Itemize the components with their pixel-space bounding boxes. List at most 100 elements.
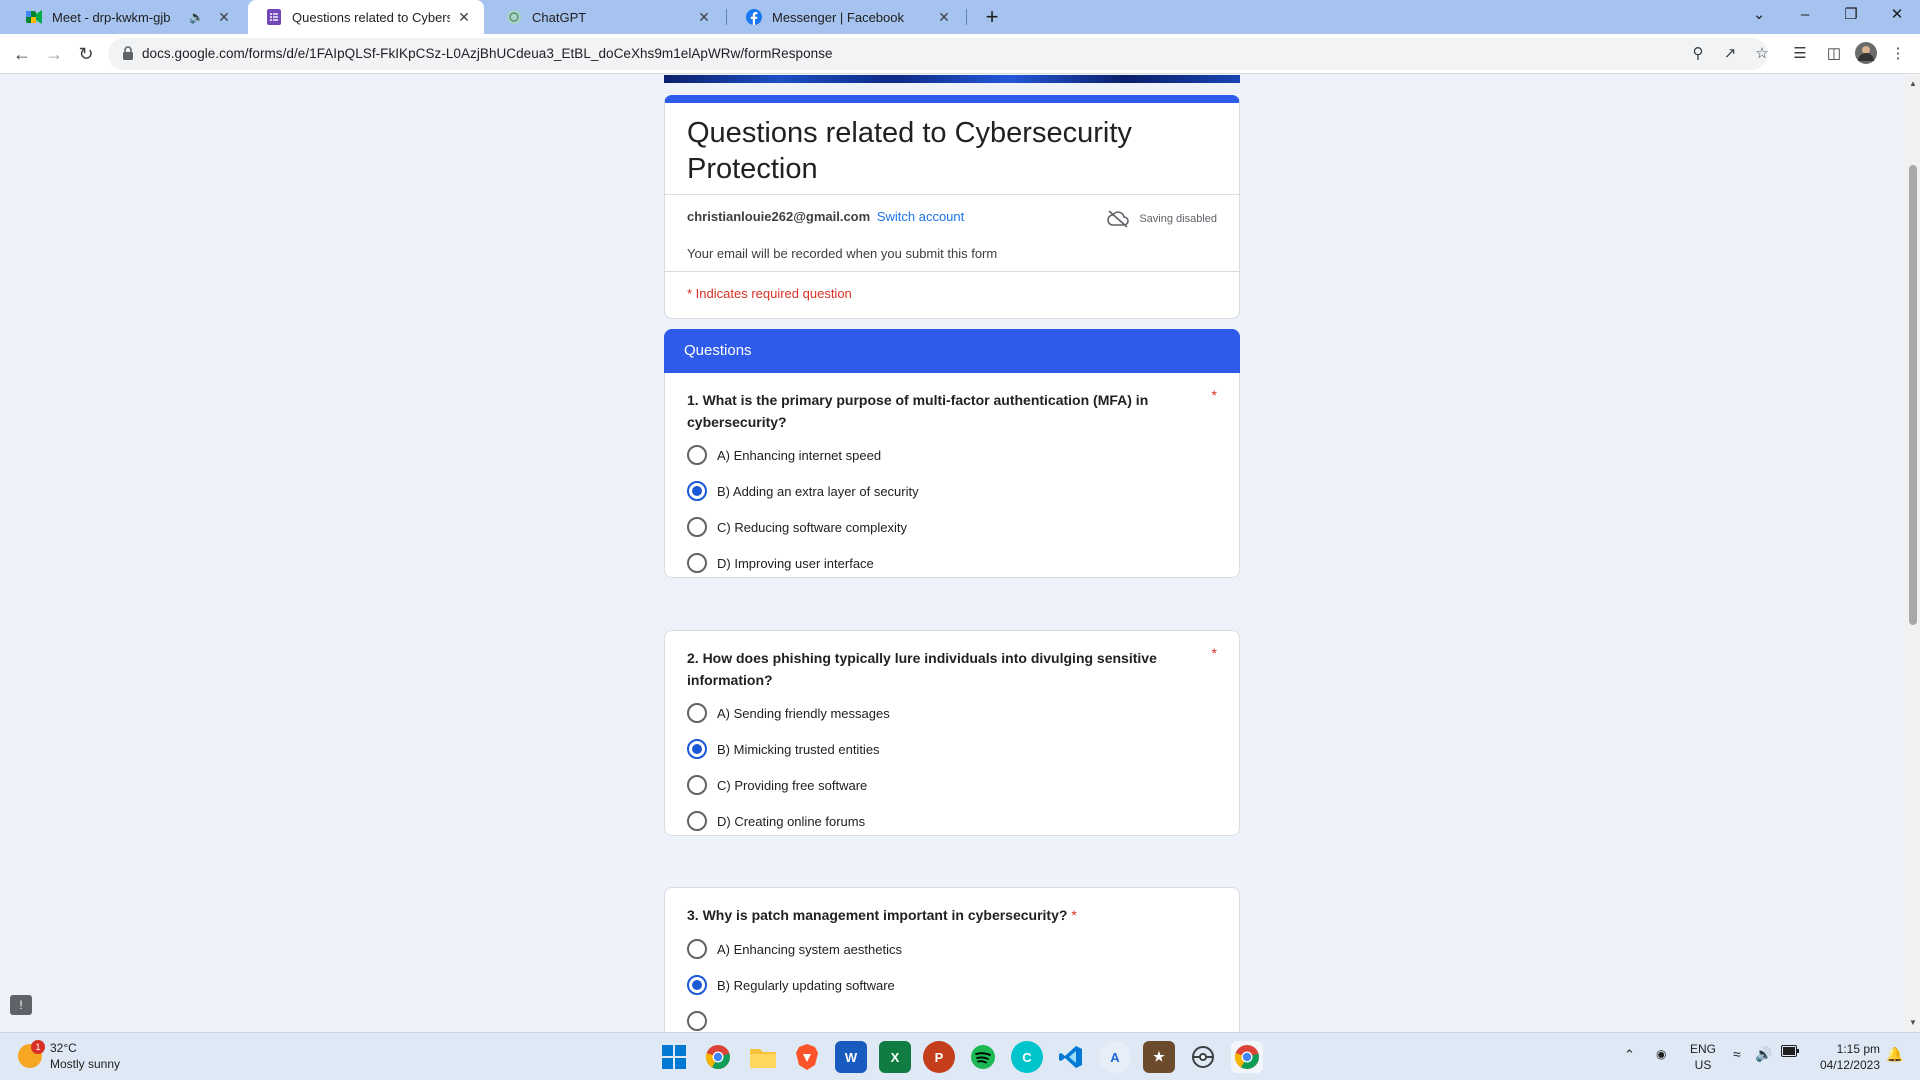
address-bar[interactable]: docs.google.com/forms/d/e/1FAIpQLSf-FkIK… [108, 38, 1769, 70]
clock-date: 04/12/2023 [1819, 1058, 1880, 1072]
scroll-thumb[interactable] [1909, 165, 1917, 625]
restore-button[interactable]: ❐ [1828, 0, 1874, 32]
close-tab-icon[interactable]: ✕ [696, 9, 712, 26]
kebab-menu-icon[interactable]: ⋮ [1886, 42, 1910, 66]
close-tab-icon[interactable]: ✕ [216, 9, 232, 26]
zoom-icon[interactable]: ⚲ [1688, 44, 1708, 64]
tab-strip: Meet - drp-kwkm-gjb 🔈 ✕ Questions relate… [0, 0, 1920, 34]
tab-title: Meet - drp-kwkm-gjb [52, 9, 171, 25]
clock[interactable]: 1:15 pm 04/12/2023 [1808, 1041, 1880, 1073]
word-icon[interactable]: W [835, 1041, 867, 1073]
spotify-icon[interactable] [967, 1041, 999, 1073]
new-tab-button[interactable]: + [978, 3, 1006, 31]
forward-arrow-icon[interactable]: → [40, 40, 68, 68]
radio-button[interactable] [687, 703, 707, 723]
question-text: 2. How does phishing typically lure indi… [687, 650, 1157, 688]
radio-button[interactable] [687, 553, 707, 573]
form-title-card: Questions related to Cybersecurity Prote… [664, 95, 1240, 319]
page-content: Questions related to Cybersecurity Prote… [0, 75, 1905, 1032]
radio-button[interactable] [687, 1011, 707, 1031]
tray-overflow-chevron-icon[interactable]: ⌃ [1624, 1047, 1635, 1063]
switch-account-link[interactable]: Switch account [877, 209, 964, 224]
option-c-partial[interactable] [687, 1010, 717, 1032]
radio-button[interactable] [687, 775, 707, 795]
brave-browser-icon[interactable] [791, 1041, 823, 1073]
tab-google-forms[interactable]: Questions related to Cybersecur ✕ [248, 0, 484, 34]
share-icon[interactable]: ↗ [1720, 44, 1740, 64]
media-control-icon[interactable]: ☰ [1788, 42, 1812, 66]
radio-button[interactable] [687, 517, 707, 537]
wifi-icon[interactable]: ≈ [1733, 1046, 1741, 1062]
question-text: 1. What is the primary purpose of multi-… [687, 392, 1149, 430]
battery-icon[interactable] [1781, 1045, 1799, 1061]
option-c[interactable]: C) Reducing software complexity [687, 516, 907, 538]
powerpoint-icon[interactable]: P [923, 1041, 955, 1073]
canva-icon[interactable]: C [1011, 1041, 1043, 1073]
scroll-down-arrow[interactable]: ▼ [1908, 1018, 1918, 1027]
option-c[interactable]: C) Providing free software [687, 774, 867, 796]
close-window-button[interactable]: ✕ [1874, 0, 1920, 32]
lock-icon[interactable] [122, 46, 138, 62]
chrome-icon[interactable] [702, 1041, 734, 1073]
close-tab-icon[interactable]: ✕ [456, 9, 472, 26]
option-d[interactable]: D) Creating online forums [687, 810, 865, 832]
file-explorer-icon[interactable] [747, 1041, 779, 1073]
vscode-icon[interactable] [1055, 1041, 1087, 1073]
option-label: A) Sending friendly messages [717, 705, 890, 721]
option-label: B) Mimicking trusted entities [717, 741, 880, 757]
close-tab-icon[interactable]: ✕ [936, 9, 952, 26]
tab-title: ChatGPT [532, 9, 587, 25]
tab-separator [726, 9, 727, 25]
required-marker: * [1211, 645, 1217, 661]
option-b[interactable]: B) Regularly updating software [687, 974, 895, 996]
tab-meet[interactable]: Meet - drp-kwkm-gjb 🔈 ✕ [8, 0, 244, 34]
radio-button-selected[interactable] [687, 975, 707, 995]
divider [665, 194, 1239, 195]
chrome-active-icon[interactable] [1231, 1041, 1263, 1073]
volume-icon[interactable]: 🔊 [1755, 1046, 1772, 1062]
option-b[interactable]: B) Mimicking trusted entities [687, 738, 880, 760]
option-a[interactable]: A) Enhancing internet speed [687, 444, 881, 466]
speaker-icon[interactable]: 🔈 [189, 10, 204, 24]
option-b[interactable]: B) Adding an extra layer of security [687, 480, 919, 502]
radio-button-selected[interactable] [687, 739, 707, 759]
weather-widget[interactable]: 1 32°C Mostly sunny [18, 1040, 120, 1072]
steam-like-app-icon[interactable] [1187, 1041, 1219, 1073]
clock-time: 1:15 pm [1836, 1042, 1880, 1056]
option-label: B) Adding an extra layer of security [717, 483, 919, 499]
notification-bell-icon[interactable]: 🔔 [1886, 1046, 1903, 1062]
radio-button[interactable] [687, 811, 707, 831]
email-text: christianlouie262@gmail.com [687, 209, 871, 224]
weather-temp: 32°C [50, 1041, 77, 1055]
radio-button[interactable] [687, 445, 707, 465]
option-label: B) Regularly updating software [717, 977, 895, 993]
game-app-icon[interactable]: ★ [1143, 1041, 1175, 1073]
tab-search-icon[interactable]: ⌄ [1736, 0, 1782, 32]
option-a[interactable]: A) Enhancing system aesthetics [687, 938, 902, 960]
language-indicator[interactable]: ENG US [1690, 1041, 1716, 1073]
windows-start-icon[interactable] [658, 1041, 690, 1073]
scroll-up-arrow[interactable]: ▲ [1908, 79, 1918, 88]
bookmark-star-icon[interactable]: ☆ [1752, 44, 1772, 64]
reload-icon[interactable]: ↻ [72, 40, 100, 68]
side-panel-icon[interactable]: ◫ [1822, 42, 1846, 66]
radio-button[interactable] [687, 939, 707, 959]
option-a[interactable]: A) Sending friendly messages [687, 702, 890, 724]
radio-button-selected[interactable] [687, 481, 707, 501]
question-text: 3. Why is patch management important in … [687, 904, 1187, 926]
tab-messenger[interactable]: Messenger | Facebook ✕ [728, 0, 964, 34]
minimize-button[interactable]: – [1782, 0, 1828, 32]
feedback-icon[interactable]: ! [10, 995, 32, 1015]
question-card: 1. What is the primary purpose of multi-… [664, 373, 1240, 578]
page-scrollbar[interactable]: ▲ ▼ [1905, 75, 1920, 1032]
excel-icon[interactable]: X [879, 1041, 911, 1073]
saving-status-text: Saving disabled [1139, 213, 1217, 225]
profile-avatar[interactable] [1854, 42, 1878, 66]
tab-chatgpt[interactable]: ChatGPT ✕ [488, 0, 724, 34]
back-arrow-icon[interactable]: ← [8, 40, 36, 68]
tab-separator [966, 9, 967, 25]
steam-tray-icon[interactable]: ◉ [1656, 1046, 1666, 1062]
option-label: A) Enhancing internet speed [717, 447, 882, 463]
option-d[interactable]: D) Improving user interface [687, 552, 874, 574]
app-store-icon[interactable]: A [1099, 1041, 1131, 1073]
